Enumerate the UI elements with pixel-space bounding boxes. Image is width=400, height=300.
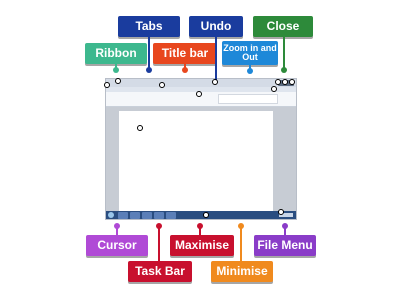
task-bar-connector xyxy=(158,225,160,261)
taskbar-app-icon[interactable] xyxy=(166,212,176,219)
tabs-connector-dot xyxy=(146,67,152,73)
taskbar-app-icon[interactable] xyxy=(118,212,128,219)
ribbon-label: Ribbon xyxy=(85,43,147,64)
minimise-pin xyxy=(275,79,281,85)
style-gallery[interactable] xyxy=(218,94,278,104)
taskbar-app-icon[interactable] xyxy=(130,212,140,219)
title-bar-connector-dot xyxy=(182,67,188,73)
close-pin xyxy=(289,79,295,85)
close-label: Close xyxy=(253,16,313,37)
tabs-connector xyxy=(148,37,150,70)
file-menu-connector-dot xyxy=(282,223,288,229)
title-bar[interactable] xyxy=(106,79,296,87)
taskbar-app-icon[interactable] xyxy=(154,212,164,219)
maximise-connector-dot xyxy=(197,223,203,229)
document-area xyxy=(106,107,296,211)
tabs-label: Tabs xyxy=(118,16,180,37)
undo-label: Undo xyxy=(189,16,243,37)
close-connector xyxy=(283,37,285,70)
task-bar-pin xyxy=(203,212,209,218)
ribbon-pin xyxy=(115,78,121,84)
task-bar-connector-dot xyxy=(156,223,162,229)
file-menu-label: File Menu xyxy=(254,235,316,256)
cursor-pin xyxy=(137,125,143,131)
cursor-connector-dot xyxy=(114,223,120,229)
maximise-pin xyxy=(282,79,288,85)
title-bar-pin xyxy=(196,91,202,97)
file-menu-pin xyxy=(104,82,110,88)
minimise-connector-dot xyxy=(238,223,244,229)
ribbon-connector-dot xyxy=(113,67,119,73)
zoom-connector-dot xyxy=(247,68,253,74)
minimise-connector xyxy=(240,225,242,261)
taskbar[interactable] xyxy=(106,211,296,219)
maximise-label: Maximise xyxy=(170,235,234,256)
word-window xyxy=(105,78,297,220)
zoom-label: Zoom in and Out xyxy=(222,41,278,65)
tabs-pin xyxy=(159,82,165,88)
taskbar-app-icon[interactable] xyxy=(142,212,152,219)
scroll-pin xyxy=(278,209,284,215)
minimise-label: Minimise xyxy=(211,261,273,282)
cursor-label: Cursor xyxy=(86,235,148,256)
close-connector-dot xyxy=(281,67,287,73)
task-bar-label: Task Bar xyxy=(128,261,192,282)
title-bar-label: Title bar xyxy=(153,43,217,64)
zoom-pin xyxy=(271,86,277,92)
undo-pin xyxy=(212,79,218,85)
start-icon[interactable] xyxy=(108,212,114,218)
undo-connector xyxy=(215,37,217,80)
